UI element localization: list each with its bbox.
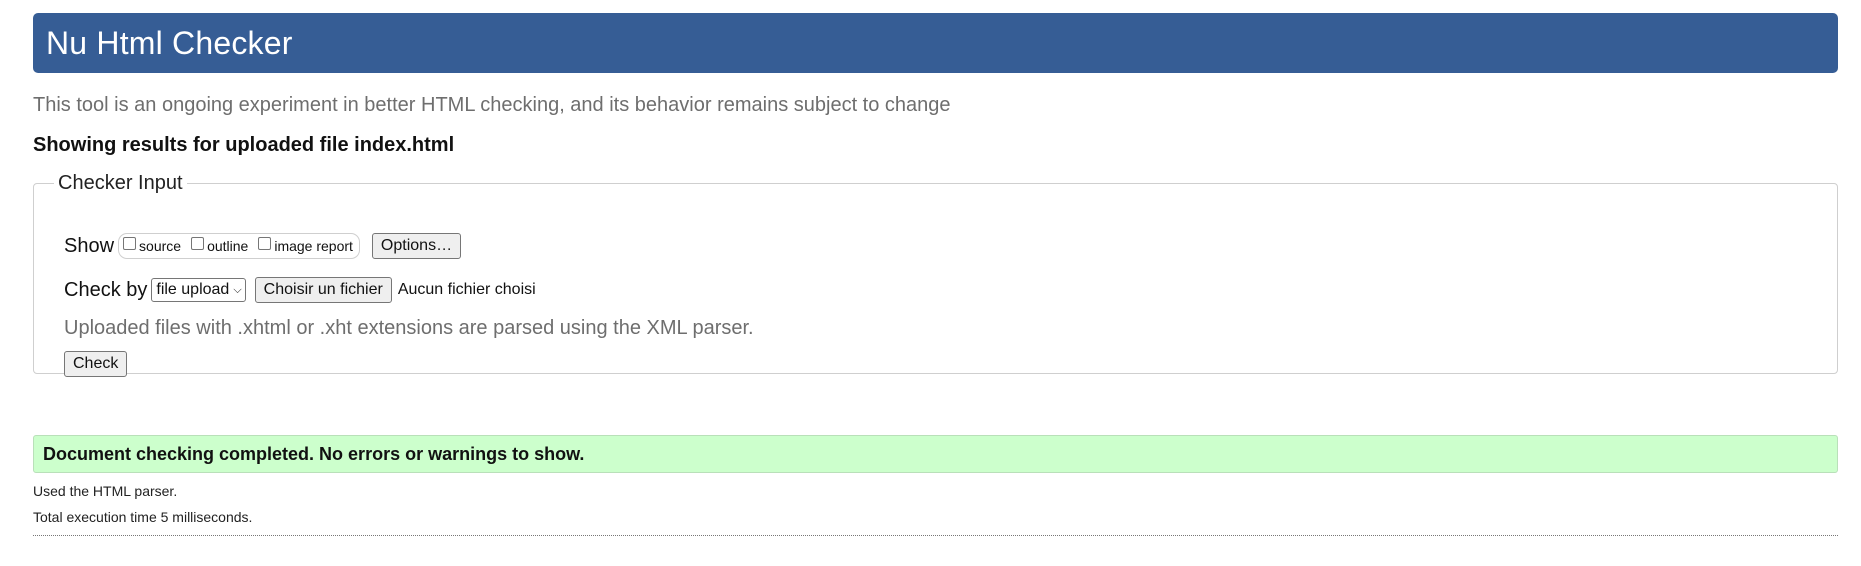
results-heading: Showing results for uploaded file index.…	[33, 134, 455, 156]
show-source-option[interactable]: source	[123, 236, 181, 254]
checker-input-legend: Checker Input	[58, 172, 183, 194]
check-button[interactable]: Check	[64, 351, 128, 377]
outline-checkbox-label[interactable]: outline	[207, 238, 248, 254]
image-report-checkbox[interactable]	[258, 236, 272, 250]
chevron-down-icon: ⌵	[233, 284, 242, 296]
page: Nu Html Checker This tool is an ongoing …	[0, 0, 1861, 566]
show-outline-option[interactable]: outline	[191, 236, 248, 254]
header-bar: Nu Html Checker	[33, 13, 1838, 73]
file-status: Aucun fichier choisi	[397, 281, 536, 298]
result-status-bar: Document checking completed. No errors o…	[33, 435, 1838, 473]
outline-checkbox[interactable]	[191, 236, 205, 250]
execution-time-text: Total execution time 5 milliseconds.	[33, 509, 253, 525]
check-by-select[interactable]: file upload ⌵	[151, 278, 246, 302]
show-label: Show	[64, 234, 115, 257]
intro-text: This tool is an ongoing experiment in be…	[33, 94, 951, 116]
parser-used-text: Used the HTML parser.	[33, 483, 178, 499]
show-options-group: source outline image report	[118, 233, 360, 259]
dotted-divider	[33, 535, 1838, 536]
check-by-label: Check by	[64, 278, 148, 301]
checker-input-fieldset: Checker Input Show source outline image …	[33, 172, 1838, 377]
check-by-row: Check by file upload ⌵ Choisir un fichie…	[64, 277, 536, 303]
parser-note-row: Uploaded files with .xhtml or .xht exten…	[64, 317, 754, 340]
show-image-report-option[interactable]: image report	[258, 236, 353, 254]
parser-note: Uploaded files with .xhtml or .xht exten…	[64, 317, 754, 339]
check-row: Check	[64, 351, 128, 377]
show-row: Show source outline image report Options…	[64, 233, 462, 259]
check-by-select-value: file upload	[156, 281, 230, 298]
image-report-checkbox-label[interactable]: image report	[274, 238, 353, 254]
choose-file-button[interactable]: Choisir un fichier	[254, 277, 392, 303]
options-button[interactable]: Options…	[371, 233, 462, 259]
source-checkbox-label[interactable]: source	[139, 238, 181, 254]
page-title: Nu Html Checker	[46, 24, 293, 61]
source-checkbox[interactable]	[123, 236, 137, 250]
